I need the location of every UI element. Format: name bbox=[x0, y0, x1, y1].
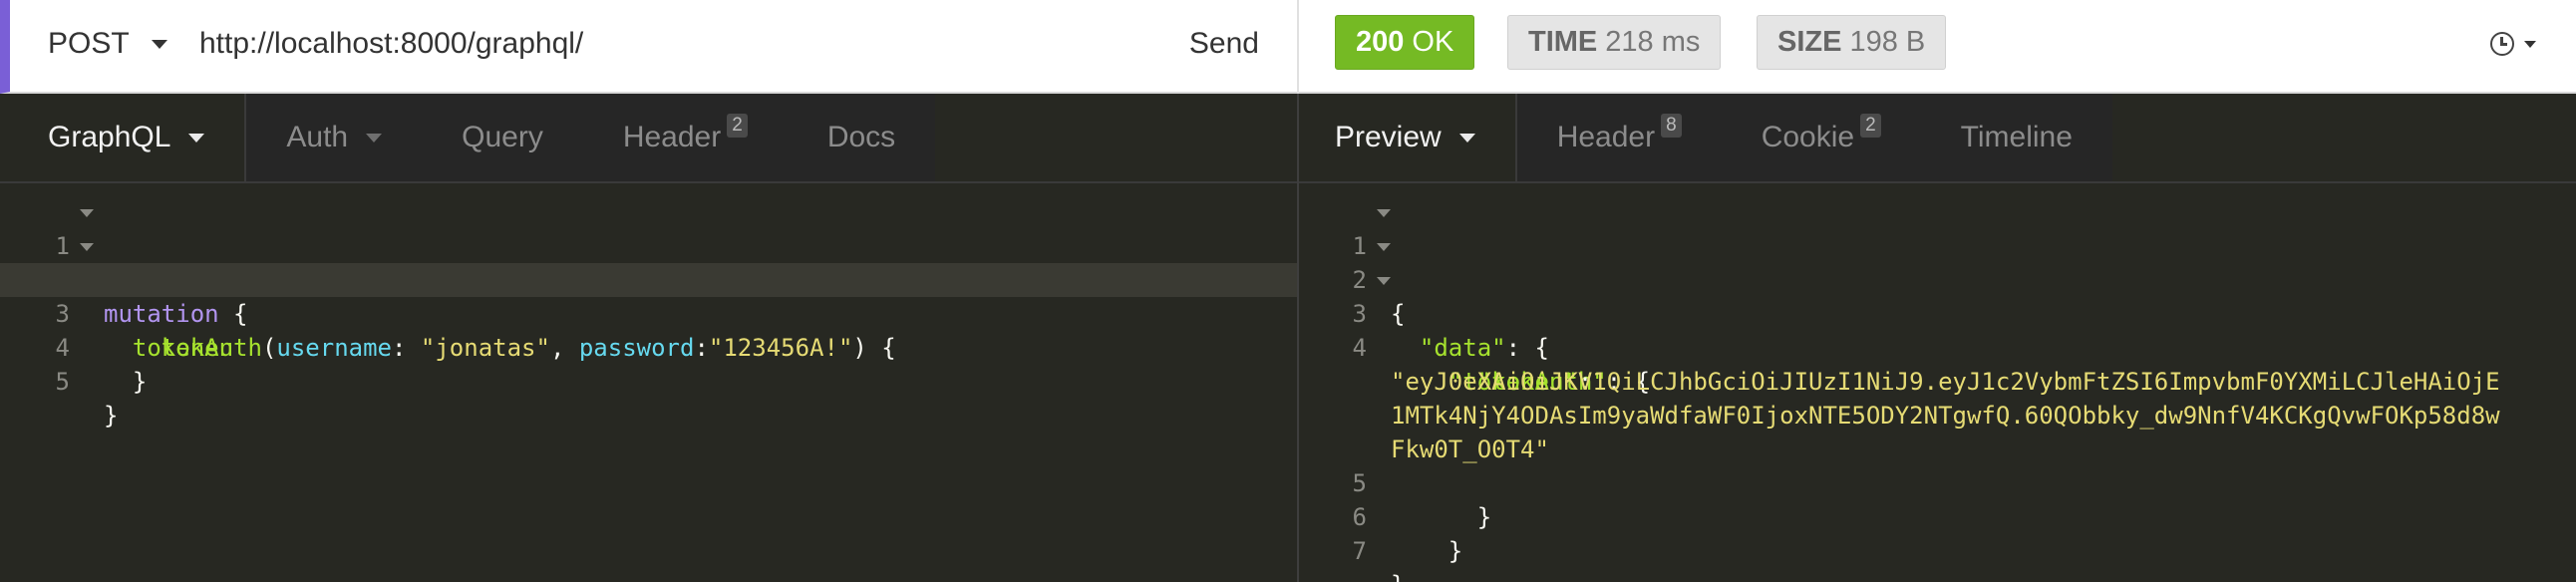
header-count-badge: 2 bbox=[727, 114, 748, 138]
cookie-count-badge: 2 bbox=[1860, 114, 1881, 138]
tab-cookie[interactable]: Cookie 2 bbox=[1721, 94, 1921, 181]
status-text: OK bbox=[1412, 26, 1454, 58]
tab-label: Header bbox=[1556, 121, 1656, 153]
size-label: SIZE bbox=[1777, 26, 1842, 58]
tab-header[interactable]: Header 2 bbox=[582, 94, 788, 181]
tab-label: Header bbox=[622, 121, 722, 153]
tab-query[interactable]: Query bbox=[422, 94, 583, 181]
code-line: 2 "data": { bbox=[1299, 229, 2576, 362]
fold-arrow-icon[interactable] bbox=[1377, 277, 1391, 285]
time-value: 218 ms bbox=[1605, 26, 1701, 58]
response-preview[interactable]: 1 { 2 "data": { 3 "tokenAuth": { 4 "toke… bbox=[1299, 195, 2576, 582]
tab-label: Timeline bbox=[1960, 121, 2073, 153]
header-count-badge: 8 bbox=[1661, 114, 1682, 138]
fold-arrow-icon[interactable] bbox=[80, 243, 94, 251]
line-number: 5 bbox=[55, 368, 70, 396]
request-url-bar: POST Send bbox=[0, 0, 1297, 94]
tab-auth[interactable]: Auth bbox=[246, 94, 423, 181]
tab-label: Preview bbox=[1335, 121, 1442, 153]
response-meta-bar: 200 OK TIME 218 ms SIZE 198 B bbox=[1299, 0, 2576, 94]
tab-graphql[interactable]: GraphQL bbox=[0, 94, 247, 181]
fold-arrow-icon[interactable] bbox=[1377, 209, 1391, 217]
punctuation: } bbox=[104, 402, 119, 430]
time-badge: TIME 218 ms bbox=[1507, 15, 1722, 70]
method-dropdown[interactable]: POST bbox=[48, 24, 167, 64]
send-button[interactable]: Send bbox=[1189, 22, 1259, 66]
clock-icon bbox=[2490, 32, 2514, 56]
request-tabs: GraphQL Auth Query Header 2 Docs bbox=[0, 94, 1297, 183]
chevron-down-icon bbox=[1458, 133, 1475, 143]
tab-docs[interactable]: Docs bbox=[787, 94, 936, 181]
fold-arrow-icon[interactable] bbox=[1377, 243, 1391, 251]
code-line: 3 "tokenAuth": { bbox=[1299, 263, 2576, 396]
method-label: POST bbox=[48, 27, 130, 60]
graphql-editor[interactable]: 1 mutation { 2 tokenAuth(username: "jona… bbox=[0, 195, 1297, 430]
size-badge: SIZE 198 B bbox=[1757, 15, 1947, 70]
chevron-down-icon bbox=[366, 133, 383, 143]
code-line: 5 } bbox=[0, 331, 1297, 430]
time-label: TIME bbox=[1528, 26, 1598, 58]
tab-response-header[interactable]: Header 8 bbox=[1516, 94, 1722, 181]
code-line: 4 "token": bbox=[1299, 297, 2576, 396]
status-badge: 200 OK bbox=[1335, 15, 1475, 70]
size-value: 198 B bbox=[1849, 26, 1926, 58]
fold-arrow-icon[interactable] bbox=[80, 209, 94, 217]
code-line-wrapped: Fkw0T_O0T4" bbox=[1299, 399, 2576, 463]
tab-label: Docs bbox=[826, 121, 896, 153]
code-line-wrapped: "eyJ0eXAiOiJKV1QiLCJhbGciOiJIUzI1NiJ9.ey… bbox=[1299, 331, 2576, 396]
chevron-down-icon bbox=[151, 39, 167, 49]
chevron-down-icon bbox=[2524, 40, 2536, 48]
code-line: 1 { bbox=[1299, 195, 2576, 328]
url-input[interactable] bbox=[199, 22, 1156, 66]
tab-preview[interactable]: Preview bbox=[1299, 94, 1517, 181]
tab-label: Query bbox=[462, 121, 543, 153]
code-line: 7 } bbox=[1299, 500, 2576, 582]
code-line: 6 } bbox=[1299, 466, 2576, 565]
code-line: 2 tokenAuth(username: "jonatas", passwor… bbox=[0, 229, 1297, 362]
response-tabs: Preview Header 8 Cookie 2 Timeline bbox=[1299, 94, 2576, 183]
chevron-down-icon bbox=[188, 133, 205, 143]
status-code: 200 bbox=[1356, 26, 1405, 58]
code-line: 1 mutation { bbox=[0, 195, 1297, 328]
tab-label: Cookie bbox=[1761, 121, 1855, 153]
code-line-current: 3 token bbox=[0, 263, 1297, 362]
tab-label: Auth bbox=[286, 121, 349, 153]
code-line: 5 } bbox=[1299, 433, 2576, 531]
code-line-wrapped: 1MTk4NjY4ODAsIm9yaWdfaWF0IjoxNTE5ODY2NTg… bbox=[1299, 365, 2576, 430]
line-number: 7 bbox=[1352, 537, 1367, 565]
tab-label: GraphQL bbox=[48, 121, 171, 153]
code-line: 4 } bbox=[0, 297, 1297, 396]
tab-timeline[interactable]: Timeline bbox=[1920, 94, 2112, 181]
history-dropdown[interactable] bbox=[2490, 26, 2536, 62]
punctuation: } bbox=[132, 368, 148, 396]
